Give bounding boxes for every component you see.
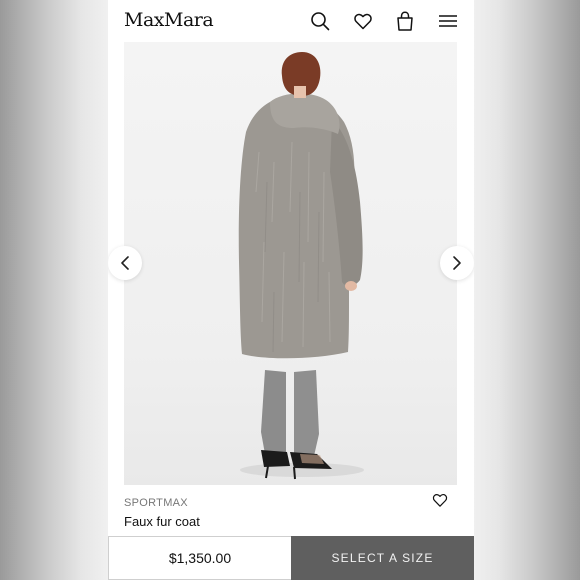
product-page: MaxMara SPORTMAX Faux fur coat $1,350.00… xyxy=(108,0,474,580)
search-icon[interactable] xyxy=(309,10,331,32)
bag-icon[interactable] xyxy=(394,10,416,32)
carousel-prev-button[interactable] xyxy=(108,246,142,280)
menu-icon[interactable] xyxy=(437,10,459,32)
product-name: Faux fur coat xyxy=(124,514,200,529)
product-price: $1,350.00 xyxy=(108,536,292,580)
heart-icon[interactable] xyxy=(352,10,374,32)
product-image[interactable] xyxy=(124,42,457,485)
brand-logo[interactable]: MaxMara xyxy=(124,8,214,32)
select-size-button[interactable]: SELECT A SIZE xyxy=(291,536,474,580)
wishlist-heart-icon[interactable] xyxy=(431,491,449,509)
chevron-left-icon xyxy=(121,256,129,270)
carousel-next-button[interactable] xyxy=(440,246,474,280)
chevron-right-icon xyxy=(453,256,461,270)
site-header: MaxMara xyxy=(108,0,474,42)
model-illustration xyxy=(238,52,364,480)
product-brand: SPORTMAX xyxy=(124,497,188,509)
purchase-bar: $1,350.00 SELECT A SIZE xyxy=(108,536,474,580)
